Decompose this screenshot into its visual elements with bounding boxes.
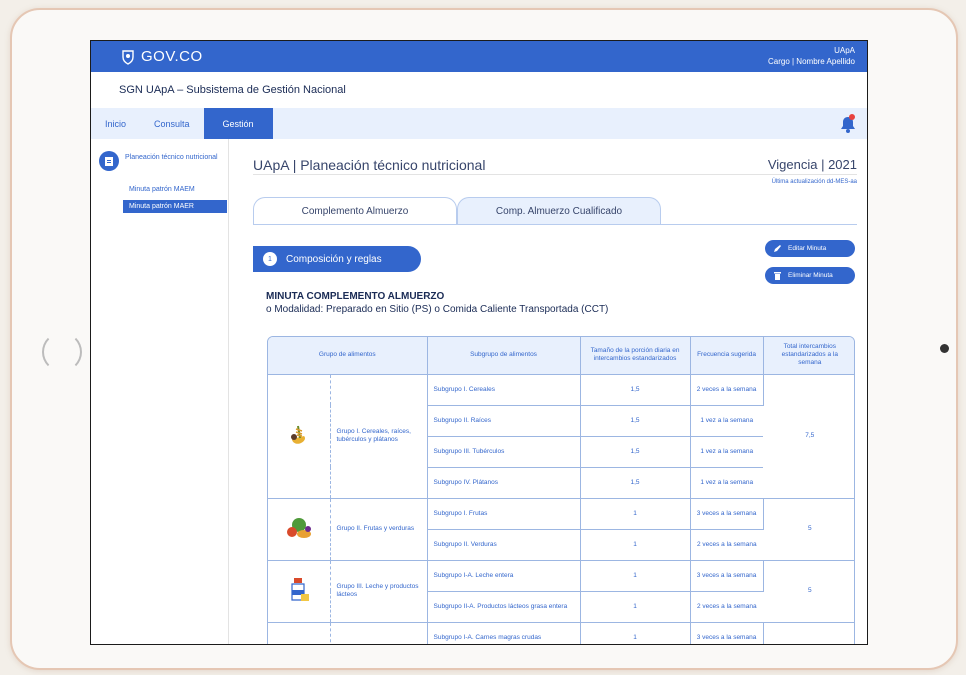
table-row: Grupo II. Frutas y verduras Subgrupo I. …: [268, 498, 854, 561]
tab-comp-almuerzo-cualificado[interactable]: Comp. Almuerzo Cualificado: [457, 197, 661, 225]
freq-cell: 3 veces a la semana: [690, 560, 764, 592]
gov-bar: GOV.CO UApA Cargo | Nombre Apellido: [91, 41, 867, 72]
delete-minuta-label: Eliminar Minuta: [788, 272, 833, 279]
portion-cell: 1,5: [580, 436, 691, 468]
gov-logo-text: GOV.CO: [141, 48, 203, 65]
subgroup-cell: Subgrupo I-A. Carnes magras crudas: [427, 622, 581, 644]
main-content: UApA | Planeación técnico nutricional Vi…: [229, 139, 867, 644]
tab-complemento-almuerzo[interactable]: Complemento Almuerzo: [253, 197, 457, 225]
freq-cell: 1 vez a la semana: [690, 436, 764, 468]
freq-cell: 2 veces a la semana: [690, 529, 764, 561]
tabs-divider: [253, 224, 857, 225]
meat-icon: [268, 622, 331, 644]
section-header[interactable]: 1 Composición y reglas: [253, 246, 421, 272]
header-grupo: Grupo de alimentos: [268, 337, 428, 375]
minuta-modalidad: o Modalidad: Preparado en Sitio (PS) o C…: [266, 304, 609, 315]
freq-cell: 2 veces a la semana: [690, 591, 764, 623]
header-total: Total intercambios estandarizados a la s…: [763, 337, 854, 375]
total-cell: 7,5: [763, 374, 854, 499]
tabs: Complemento Almuerzo Comp. Almuerzo Cual…: [253, 197, 661, 225]
total-cell: 5: [763, 498, 854, 561]
freq-cell: 1 vez a la semana: [690, 467, 764, 499]
dairy-icon: [268, 560, 331, 623]
edit-minuta-button[interactable]: Editar Minuta: [765, 240, 855, 257]
freq-cell: 3 veces a la semana: [690, 498, 764, 530]
nav-inicio[interactable]: Inicio: [91, 108, 140, 139]
home-button[interactable]: [42, 332, 82, 372]
nav-consulta[interactable]: Consulta: [140, 108, 204, 139]
minuta-table: Grupo de alimentos Subgrupo de alimentos…: [267, 336, 855, 644]
last-updated: Última actualización dd-MES-aa: [771, 179, 857, 185]
edit-minuta-label: Editar Minuta: [788, 245, 827, 252]
title-divider: [253, 174, 857, 175]
subgroup-cell: Subgrupo I. Cereales: [427, 374, 581, 406]
trash-icon: [774, 271, 781, 280]
subgroup-cell: Subgrupo III. Tubérculos: [427, 436, 581, 468]
portion-cell: 1: [580, 591, 691, 623]
portion-cell: 1,5: [580, 405, 691, 437]
main-nav: Inicio Consulta Gestión: [91, 108, 867, 139]
sidebar-header[interactable]: Planeación técnico nutricional: [91, 139, 228, 171]
user-info[interactable]: UApA Cargo | Nombre Apellido: [768, 45, 855, 67]
portion-cell: 1: [580, 560, 691, 592]
camera-dot: [940, 344, 949, 353]
table-row: Subgrupo I-A. Carnes magras crudas 1 3 v…: [268, 622, 854, 644]
document-icon: [99, 151, 119, 171]
total-cell: 5: [763, 560, 854, 623]
subgroup-cell: Subgrupo I. Frutas: [427, 498, 581, 530]
subgroup-cell: Subgrupo I-A. Leche entera: [427, 560, 581, 592]
pencil-icon: [774, 245, 781, 252]
app-screen: GOV.CO UApA Cargo | Nombre Apellido SGN …: [90, 40, 868, 645]
subgroup-cell: Subgrupo II-A. Productos lácteos grasa e…: [427, 591, 581, 623]
delete-minuta-button[interactable]: Eliminar Minuta: [765, 267, 855, 284]
portion-cell: 1: [580, 498, 691, 530]
bell-icon[interactable]: [839, 114, 857, 134]
sidebar-item-maer[interactable]: Minuta patrón MAER: [123, 200, 227, 213]
vigencia: Vigencia | 2021: [767, 157, 857, 172]
section-label: Composición y reglas: [286, 253, 382, 265]
freq-cell: 1 vez a la semana: [690, 405, 764, 437]
subgroup-cell: Subgrupo II. Raíces: [427, 405, 581, 437]
subgroup-cell: Subgrupo II. Verduras: [427, 529, 581, 561]
header-tamano: Tamaño de la porción diaria en intercamb…: [580, 337, 691, 375]
cereal-icon: [268, 374, 331, 499]
portion-cell: 1,5: [580, 467, 691, 499]
portion-cell: 1: [580, 622, 691, 644]
user-role: Cargo | Nombre Apellido: [767, 57, 855, 66]
group-name: [330, 622, 428, 644]
sidebar-item-maem[interactable]: Minuta patrón MAEM: [123, 183, 228, 196]
page-title: UApA | Planeación técnico nutricional: [253, 157, 486, 173]
fruits-vegetables-icon: [268, 498, 331, 561]
total-cell: [763, 622, 854, 644]
subgroup-cell: Subgrupo IV. Plátanos: [427, 467, 581, 499]
header-subgrupo: Subgrupo de alimentos: [427, 337, 581, 375]
user-org: UApA: [834, 46, 855, 55]
group-name: Grupo III. Leche y productos lácteos: [330, 560, 428, 623]
gov-logo[interactable]: GOV.CO: [121, 48, 203, 65]
minuta-title: MINUTA COMPLEMENTO ALMUERZO: [266, 291, 445, 302]
header-frecuencia: Frecuencia sugerida: [690, 337, 764, 375]
portion-cell: 1,5: [580, 374, 691, 406]
table-row: Grupo I. Cereales, raíces, tubérculos y …: [268, 374, 854, 499]
portion-cell: 1: [580, 529, 691, 561]
table-row: Grupo III. Leche y productos lácteos Sub…: [268, 560, 854, 623]
group-name: Grupo II. Frutas y verduras: [330, 498, 428, 561]
system-title: SGN UApA – Subsistema de Gestión Naciona…: [91, 72, 867, 108]
sidebar: Planeación técnico nutricional Minuta pa…: [91, 139, 229, 644]
freq-cell: 2 veces a la semana: [690, 374, 764, 406]
nav-gestion[interactable]: Gestión: [203, 108, 273, 139]
crest-icon: [122, 49, 134, 65]
section-number: 1: [263, 252, 277, 266]
sidebar-header-label: Planeación técnico nutricional: [125, 154, 218, 161]
freq-cell: 3 veces a la semana: [690, 622, 764, 644]
group-name: Grupo I. Cereales, raíces, tubérculos y …: [330, 374, 428, 499]
